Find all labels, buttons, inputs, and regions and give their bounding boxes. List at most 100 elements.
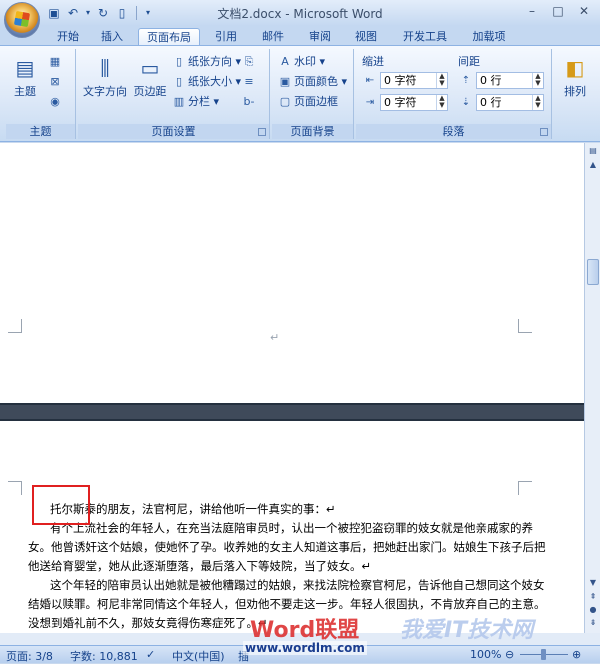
vertical-scrollbar[interactable]: ▤ ▲ ▼ ⇞ ● ⇟ xyxy=(584,143,600,633)
page-separator xyxy=(0,403,584,421)
spacing-label: 间距 xyxy=(458,55,480,68)
zoom-level[interactable]: 100% xyxy=(470,648,501,661)
tab-review[interactable]: 审阅 xyxy=(302,28,338,46)
paragraph-group: 缩进 间距 ⇤ 0 字符 ▲ ▼ ⇥ 0 字符 ▲ ▼ ⇡ 0 行 ▲ ▼ ⇣ 0 行 ▲ ▼ … xyxy=(356,49,552,139)
zoom-slider-thumb[interactable] xyxy=(541,649,546,660)
themes-label: 主题 xyxy=(14,85,36,98)
highlight-box xyxy=(32,485,90,525)
size-label: 纸张大小 xyxy=(188,75,232,88)
themes-button[interactable]: ▤ 主题 xyxy=(8,55,42,99)
watermark-button[interactable]: A 水印 ▾ xyxy=(278,53,325,71)
columns-button[interactable]: ▥ 分栏 ▾ xyxy=(172,93,219,111)
spacing-after-input[interactable]: 0 行 ▲ ▼ xyxy=(476,94,544,111)
spacing-after-spinner-icon[interactable]: ▲ ▼ xyxy=(532,95,543,110)
size-icon: ▯ xyxy=(175,75,183,88)
minimize-button[interactable]: – xyxy=(520,2,544,20)
page-count[interactable]: 页面: 3/8 xyxy=(6,648,53,664)
paragraph-1[interactable]: 托尔斯泰的朋友，法官柯尼，讲给他听一件真实的事：↵ xyxy=(28,500,548,519)
proofing-icon[interactable]: ✓ xyxy=(146,648,155,661)
previous-page-icon[interactable]: ⇞ xyxy=(586,591,600,603)
crop-mark xyxy=(518,481,532,495)
page-borders-button[interactable]: ▢ 页面边框 xyxy=(278,93,338,111)
maximize-button[interactable]: □ xyxy=(546,2,570,20)
size-button[interactable]: ▯ 纸张大小 ▾ xyxy=(172,73,241,91)
scroll-thumb[interactable] xyxy=(587,259,599,285)
theme-effects-icon: ◉ xyxy=(50,95,60,108)
crop-mark xyxy=(8,319,22,333)
spacing-after-value: 0 行 xyxy=(480,96,502,109)
theme-colors-button[interactable]: ▦ xyxy=(48,53,64,71)
paragraph-launcher-icon[interactable] xyxy=(540,128,548,136)
watermark-icon: A xyxy=(281,55,289,68)
spacing-before-value: 0 行 xyxy=(480,74,502,87)
indent-left-icon: ⇤ xyxy=(365,75,375,86)
margins-button[interactable]: ▭ 页边距 xyxy=(130,55,170,99)
next-page-icon[interactable]: ⇟ xyxy=(586,617,600,629)
site-watermark: 我爱IT技术网 xyxy=(400,618,534,643)
watermark-label: 水印 xyxy=(294,55,316,68)
page-setup-group-label: 页面设置 xyxy=(78,124,269,139)
line-numbers-button[interactable]: ≡ xyxy=(242,73,258,91)
brand-watermark: Word联盟 xyxy=(250,618,360,643)
arrange-button[interactable]: ◧ 排列 xyxy=(558,55,592,99)
document-area[interactable]: ↵ 托尔斯泰的朋友，法官柯尼，讲给他听一件真实的事：↵ 有个上流社会的年轻人，在… xyxy=(0,143,584,633)
indent-left-input[interactable]: 0 字符 ▲ ▼ xyxy=(380,72,448,89)
ribbon-tabs: 开始 插入 页面布局 引用 邮件 审阅 视图 开发工具 加载项 xyxy=(0,26,600,47)
arrange-icon: ◧ xyxy=(565,56,585,80)
page-color-icon: ▣ xyxy=(279,75,291,88)
tab-home[interactable]: 开始 xyxy=(50,28,86,46)
indent-label: 缩进 xyxy=(362,55,384,68)
office-button[interactable] xyxy=(4,2,40,38)
tab-references[interactable]: 引用 xyxy=(208,28,244,46)
window-title: 文档2.docx - Microsoft Word xyxy=(217,7,383,21)
breaks-icon: ⎘ xyxy=(244,55,254,68)
spacing-before-input[interactable]: 0 行 ▲ ▼ xyxy=(476,72,544,89)
indent-right-icon: ⇥ xyxy=(365,97,375,108)
theme-fonts-button[interactable]: ⊠ xyxy=(48,73,64,91)
columns-icon: ▥ xyxy=(173,95,185,108)
text-direction-label: 文字方向 xyxy=(83,85,127,98)
page-setup-group: ⫼ 文字方向 ▭ 页边距 ▯ 纸张方向 ▾ ▯ 纸张大小 ▾ ▥ 分栏 ▾ ⎘ ≡ b… xyxy=(78,49,270,139)
url-watermark: www.wordlm.com xyxy=(243,641,367,655)
ribbon: ▤ 主题 ▦ ⊠ ◉ 主题 ⫼ 文字方向 ▭ 页边距 ▯ 纸张方向 ▾ ▯ 纸张大小… xyxy=(0,45,600,142)
zoom-in-icon[interactable]: ⊕ xyxy=(572,648,581,661)
columns-label: 分栏 xyxy=(188,95,210,108)
page-color-label: 页面颜色 xyxy=(294,75,338,88)
word-count[interactable]: 字数: 10,881 xyxy=(70,648,138,664)
spacing-before-spinner-icon[interactable]: ▲ ▼ xyxy=(532,73,543,88)
tab-mailings[interactable]: 邮件 xyxy=(255,28,291,46)
page-setup-launcher-icon[interactable] xyxy=(258,128,266,136)
tab-developer[interactable]: 开发工具 xyxy=(396,28,454,46)
text-direction-button[interactable]: ⫼ 文字方向 xyxy=(82,55,128,99)
page-background-group-label: 页面背景 xyxy=(272,124,353,139)
close-button[interactable]: ✕ xyxy=(572,2,596,20)
scroll-up-icon[interactable]: ▲ xyxy=(586,159,600,171)
tab-addins[interactable]: 加载项 xyxy=(464,28,514,46)
margins-icon: ▭ xyxy=(140,56,160,80)
indent-right-value: 0 字符 xyxy=(384,96,417,109)
page-color-button[interactable]: ▣ 页面颜色 ▾ xyxy=(278,73,347,91)
arrange-label: 排列 xyxy=(564,85,586,98)
paragraph-2[interactable]: 有个上流社会的年轻人，在充当法庭陪审员时，认出一个被控犯盗窃罪的妓女就是他亲戚家… xyxy=(28,519,548,576)
themes-icon: ▤ xyxy=(15,56,35,80)
window-controls: – □ ✕ xyxy=(520,2,596,20)
scroll-down-icon[interactable]: ▼ xyxy=(586,577,600,589)
page-borders-label: 页面边框 xyxy=(294,95,338,108)
margins-label: 页边距 xyxy=(133,85,167,98)
theme-effects-button[interactable]: ◉ xyxy=(48,93,64,111)
indent-left-spinner-icon[interactable]: ▲ ▼ xyxy=(436,73,447,88)
crop-mark xyxy=(518,319,532,333)
ruler-toggle-icon[interactable]: ▤ xyxy=(586,145,600,157)
indent-right-input[interactable]: 0 字符 ▲ ▼ xyxy=(380,94,448,111)
arrange-group: ◧ 排列 xyxy=(554,49,596,139)
hyphenation-button[interactable]: b‐ xyxy=(242,93,258,111)
line-numbers-icon: ≡ xyxy=(244,75,254,88)
language-status[interactable]: 中文(中国) xyxy=(172,648,225,664)
tab-view[interactable]: 视图 xyxy=(348,28,384,46)
tab-insert[interactable]: 插入 xyxy=(94,28,130,46)
indent-right-spinner-icon[interactable]: ▲ ▼ xyxy=(436,95,447,110)
zoom-out-icon[interactable]: ⊖ xyxy=(505,648,514,661)
orientation-button[interactable]: ▯ 纸张方向 ▾ xyxy=(172,53,241,71)
browse-object-icon[interactable]: ● xyxy=(586,604,600,616)
breaks-button[interactable]: ⎘ xyxy=(242,53,258,71)
